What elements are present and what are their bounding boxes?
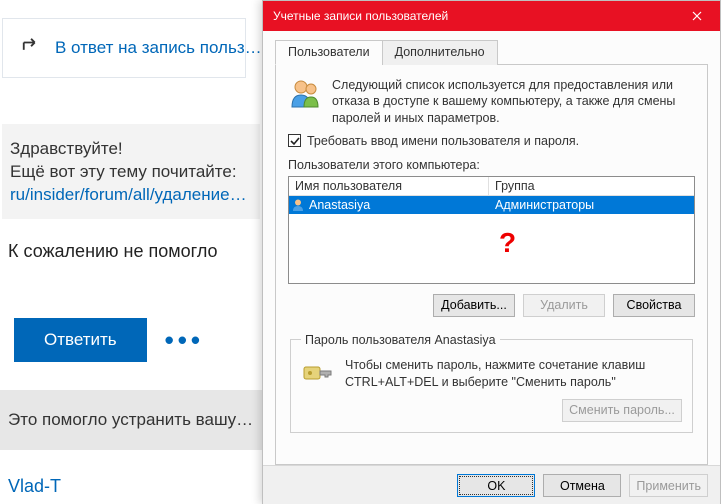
table-row[interactable]: Anastasiya Администраторы xyxy=(289,196,694,214)
require-login-label: Требовать ввод имени пользователя и паро… xyxy=(307,134,579,148)
in-reply-to-link[interactable]: В ответ на запись польз… xyxy=(55,38,262,58)
tab-users[interactable]: Пользователи xyxy=(275,40,383,65)
change-password-button: Сменить пароль... xyxy=(562,399,682,422)
close-button[interactable] xyxy=(674,1,720,31)
apply-button: Применить xyxy=(629,474,708,497)
ok-button[interactable]: OK xyxy=(457,474,535,497)
password-groupbox: Пароль пользователя Anastasiya Чтобы сме… xyxy=(290,333,693,433)
tab-panel-users: Следующий список используется для предос… xyxy=(275,65,708,465)
users-listview[interactable]: Имя пользователя Группа Anastasiya xyxy=(288,176,695,284)
cell-username: Anastasiya xyxy=(309,198,370,212)
require-login-checkbox[interactable]: Требовать ввод имени пользователя и паро… xyxy=(288,134,695,148)
resolved-banner: Это помогло устранить вашу… xyxy=(0,390,262,450)
list-buttons-row: Добавить... Удалить Свойства xyxy=(288,294,695,317)
greeting-line1: Здравствуйте! xyxy=(10,138,252,161)
in-reply-to-banner: В ответ на запись польз… xyxy=(2,18,246,78)
column-group[interactable]: Группа xyxy=(489,177,694,195)
greeting-line2: Ещё вот эту тему почитайте: xyxy=(10,161,252,184)
info-text: Следующий список используется для предос… xyxy=(332,77,695,126)
response-text: К сожалению не помогло xyxy=(8,241,262,262)
listview-header[interactable]: Имя пользователя Группа xyxy=(289,177,694,196)
checkbox-icon xyxy=(288,134,301,147)
titlebar[interactable]: Учетные записи пользователей xyxy=(263,1,720,31)
annotation-question-mark: ? xyxy=(499,227,516,259)
add-button[interactable]: Добавить... xyxy=(433,294,515,317)
remove-button: Удалить xyxy=(523,294,605,317)
key-icon xyxy=(301,357,335,391)
reply-button[interactable]: Ответить xyxy=(14,318,147,362)
cancel-button[interactable]: Отмена xyxy=(543,474,621,497)
tab-advanced[interactable]: Дополнительно xyxy=(382,40,498,65)
dialog-footer: OK Отмена Применить xyxy=(263,465,720,504)
dialog-body: Пользователи Дополнительно Следующий спи… xyxy=(263,31,720,465)
author-link[interactable]: Vlad-T xyxy=(8,476,262,497)
forum-thread: В ответ на запись польз… Здравствуйте! Е… xyxy=(0,0,262,504)
cell-group: Администраторы xyxy=(489,198,694,212)
user-icon xyxy=(291,198,305,212)
window-title: Учетные записи пользователей xyxy=(273,9,448,23)
users-list-caption: Пользователи этого компьютера: xyxy=(288,158,695,172)
tabstrip: Пользователи Дополнительно xyxy=(275,39,708,65)
more-actions-button[interactable]: ••• xyxy=(165,335,204,345)
user-accounts-dialog: Учетные записи пользователей Пользовател… xyxy=(262,0,721,504)
properties-button[interactable]: Свойства xyxy=(613,294,695,317)
password-hint-text: Чтобы сменить пароль, нажмите сочетание … xyxy=(345,357,682,391)
reply-arrow-icon xyxy=(21,37,43,59)
reply-actions: Ответить ••• xyxy=(14,318,262,362)
greeting-link[interactable]: ru/insider/forum/all/удаление… xyxy=(10,184,252,207)
quoted-message: Здравствуйте! Ещё вот эту тему почитайте… xyxy=(2,124,260,219)
password-legend: Пароль пользователя Anastasiya xyxy=(301,333,500,347)
users-icon xyxy=(288,77,322,111)
info-row: Следующий список используется для предос… xyxy=(288,77,695,126)
column-username[interactable]: Имя пользователя xyxy=(289,177,489,195)
